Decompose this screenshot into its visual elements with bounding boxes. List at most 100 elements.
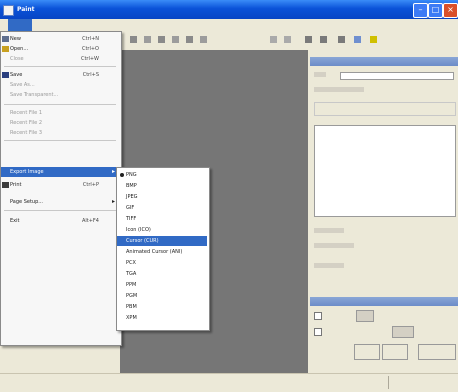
menu-item-save[interactable]: Save Ctrl+S: [1, 70, 119, 80]
menu-item-open[interactable]: Open... Ctrl+O: [1, 44, 119, 54]
toolbar: [120, 31, 458, 49]
panel-label: [314, 263, 344, 268]
color-swatch[interactable]: [392, 326, 414, 338]
submenu-item-label: PNG: [126, 172, 137, 178]
help-icon[interactable]: [370, 36, 377, 43]
submenu-item-label: JPEG: [126, 194, 138, 200]
submenu-item[interactable]: PPM: [117, 280, 207, 290]
panel-checkbox[interactable]: [314, 312, 322, 320]
cut-icon[interactable]: [130, 36, 137, 43]
color-swatch[interactable]: [356, 310, 374, 322]
new-icon: [2, 36, 9, 42]
submenu-item[interactable]: BMP: [117, 181, 207, 191]
menu-item-recent-3[interactable]: Recent File 3: [1, 128, 119, 138]
next-icon[interactable]: [284, 36, 291, 43]
menu-item-label: Recent File 3: [10, 130, 43, 136]
submenu-item[interactable]: XPM: [117, 313, 207, 323]
status-bar: [0, 373, 458, 392]
menu-item-label: Print: [10, 182, 22, 188]
panel-label: [314, 228, 344, 233]
window-title: Paint: [17, 6, 35, 13]
grid-icon[interactable]: [320, 36, 327, 43]
submenu-item[interactable]: PNG: [117, 170, 207, 180]
menu-item-exit[interactable]: Exit Alt+F4: [1, 216, 119, 226]
menu-item-shortcut: Ctrl+N: [82, 36, 99, 42]
menu-item-label: Page Setup...: [10, 199, 44, 205]
menu-item-close[interactable]: Close Ctrl+W: [1, 54, 119, 64]
layers-list[interactable]: [314, 125, 456, 217]
undo-icon[interactable]: [172, 36, 179, 43]
menu-item-label: Close: [10, 56, 24, 62]
submenu-item[interactable]: TIFF: [117, 214, 207, 224]
panel-toolbar: [314, 102, 456, 116]
menu-item-label: New: [10, 36, 21, 42]
submenu-arrow-icon: ▸: [111, 168, 115, 175]
submenu-item-label: PGM: [126, 293, 138, 299]
menu-item-save-transparent[interactable]: Save Transparent...: [1, 90, 119, 100]
menu-item-recent-2[interactable]: Recent File 2: [1, 118, 119, 128]
submenu-item[interactable]: PCX: [117, 258, 207, 268]
submenu-item[interactable]: PGM: [117, 291, 207, 301]
settings-icon[interactable]: [354, 36, 361, 43]
menu-item-label: Save As...: [10, 82, 35, 88]
panel-title-properties: [310, 297, 458, 306]
prev-icon[interactable]: [270, 36, 277, 43]
paste-icon[interactable]: [158, 36, 165, 43]
copy-icon[interactable]: [144, 36, 151, 43]
menu-item-save-as[interactable]: Save As...: [1, 80, 119, 90]
submenu-item[interactable]: PBM: [117, 302, 207, 312]
submenu-item-label: Icon (ICO): [126, 227, 151, 233]
menu-item-label: Open...: [10, 46, 29, 52]
menu-item-label: Exit: [10, 218, 20, 224]
submenu-item-label: TGA: [126, 271, 137, 277]
submenu-item[interactable]: Icon (ICO): [117, 225, 207, 235]
panel-box[interactable]: [382, 344, 408, 360]
submenu-item-highlighted[interactable]: Cursor (CUR): [117, 236, 207, 246]
submenu-item-label: TIFF: [126, 216, 137, 222]
submenu-item-label: PCX: [126, 260, 136, 266]
menu-separator: [4, 66, 116, 67]
menu-item-shortcut: Ctrl+P: [82, 182, 99, 188]
menu-separator: [4, 210, 116, 211]
submenu-item[interactable]: GIF: [117, 203, 207, 213]
zoom-icon[interactable]: [200, 36, 207, 43]
menu-item-label: Export Image: [10, 169, 44, 175]
menu-item-new[interactable]: New Ctrl+N: [1, 34, 119, 44]
submenu-arrow-icon: ▸: [111, 198, 115, 205]
right-panel: [310, 50, 458, 373]
app-icon: [3, 5, 14, 16]
submenu-item-label: PPM: [126, 282, 137, 288]
export-submenu: PNG BMP JPEG GIF TIFF Icon (ICO) Cursor …: [116, 167, 210, 331]
menu-item-print[interactable]: Print Ctrl+P: [1, 180, 119, 190]
panel-checkbox[interactable]: [314, 328, 322, 336]
menu-item-shortcut: Alt+F4: [81, 218, 99, 224]
file-menu: New Ctrl+N Open... Ctrl+O Close Ctrl+W S…: [0, 31, 122, 346]
submenu-item-label: GIF: [126, 205, 135, 211]
panel-label: [314, 72, 326, 77]
menu-bar: [0, 19, 458, 31]
menu-item-page-setup[interactable]: Page Setup... ▸: [1, 197, 119, 207]
menu-item-export-image[interactable]: Export Image ▸: [1, 167, 119, 177]
status-divider: [388, 376, 389, 389]
panel-box[interactable]: [354, 344, 380, 360]
menu-separator: [4, 104, 116, 105]
menu-item-recent-1[interactable]: Recent File 1: [1, 108, 119, 118]
submenu-item-label: BMP: [126, 183, 137, 189]
menu-item-label: Save: [10, 72, 23, 78]
maximize-button[interactable]: □: [428, 3, 443, 18]
menu-item-shortcut: Ctrl+S: [82, 72, 99, 78]
flip-icon[interactable]: [338, 36, 345, 43]
menu-file[interactable]: [8, 19, 32, 31]
layer-icon[interactable]: [305, 36, 312, 43]
panel-input[interactable]: [340, 72, 454, 80]
submenu-item[interactable]: TGA: [117, 269, 207, 279]
redo-icon[interactable]: [186, 36, 193, 43]
close-button[interactable]: ×: [443, 3, 458, 18]
submenu-item[interactable]: JPEG: [117, 192, 207, 202]
minimize-button[interactable]: –: [413, 3, 428, 18]
submenu-item[interactable]: Animated Cursor (ANI): [117, 247, 207, 257]
print-icon: [2, 182, 9, 188]
panel-box[interactable]: [418, 344, 456, 360]
submenu-item-label: XPM: [126, 315, 137, 321]
open-folder-icon: [2, 46, 9, 52]
